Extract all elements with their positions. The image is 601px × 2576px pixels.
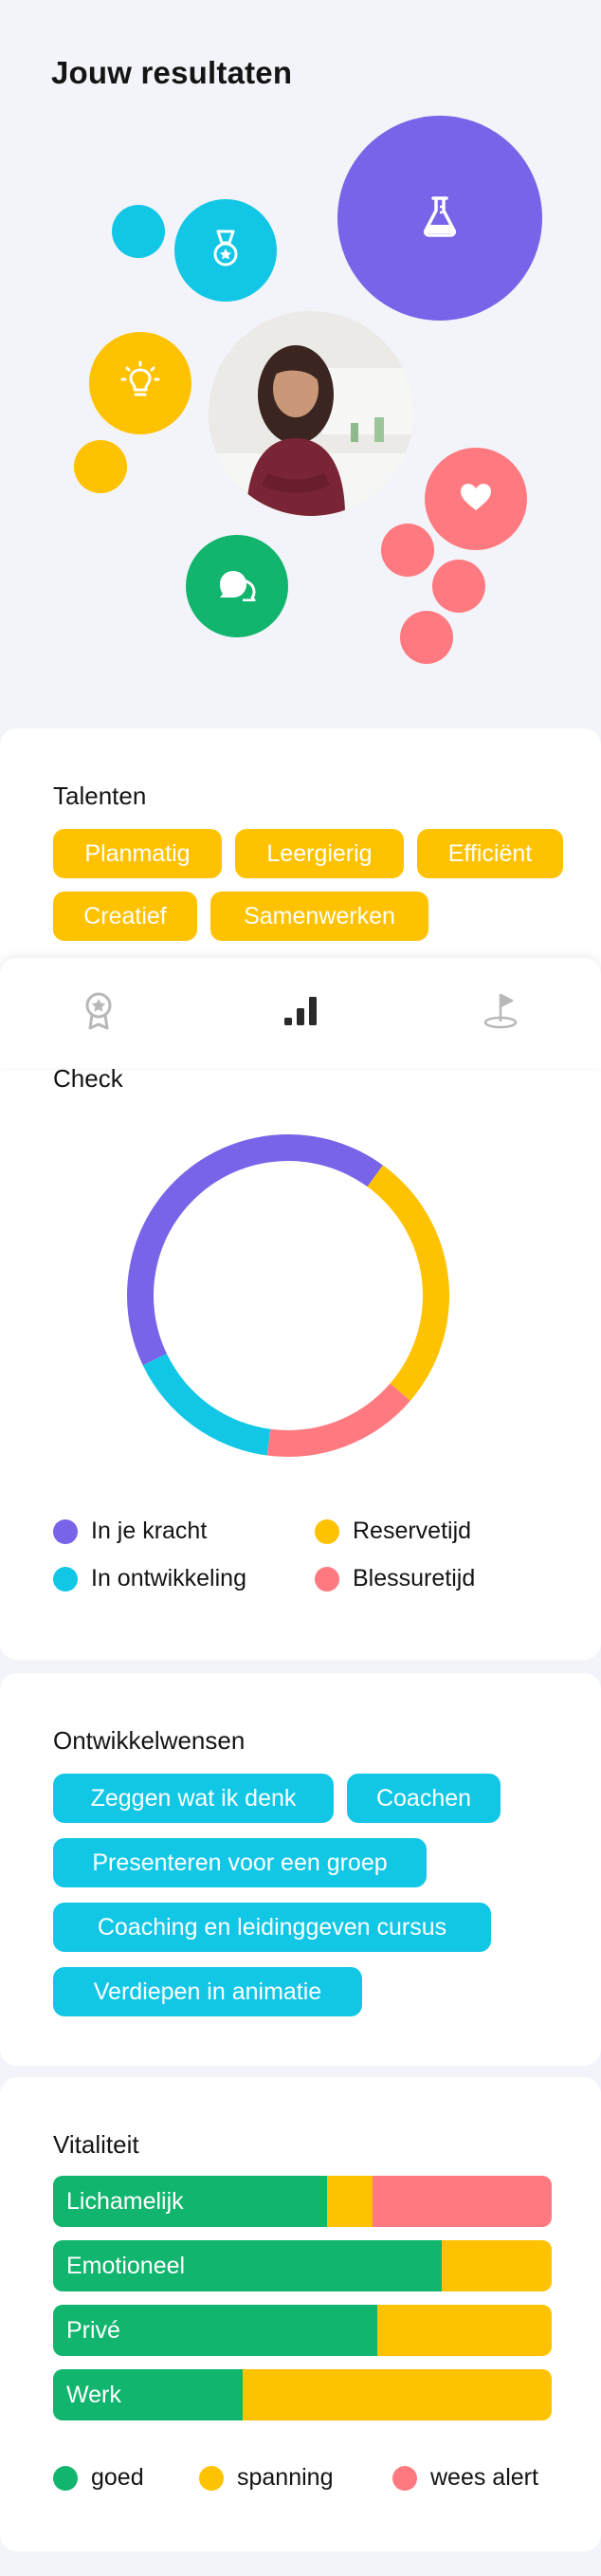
heart-icon xyxy=(460,483,492,516)
check-card: Check In je kracht Reservetijd In ontwik… xyxy=(0,1005,601,1660)
flask-bubble[interactable] xyxy=(337,116,542,321)
tab-goals[interactable] xyxy=(478,990,523,1036)
legend-dot xyxy=(199,2465,224,2491)
pink-bubble-2 xyxy=(432,560,485,613)
talents-title: Talenten xyxy=(53,782,147,810)
legend-spanning: spanning xyxy=(199,2464,333,2492)
chat-bubbles-icon xyxy=(216,567,258,606)
legend-dot xyxy=(53,1518,78,1544)
check-title: Check xyxy=(53,1064,123,1093)
development-chip[interactable]: Coaching en leidinggeven cursus xyxy=(53,1903,491,1952)
pink-bubble-3 xyxy=(400,611,453,664)
medal-bubble[interactable] xyxy=(174,199,277,302)
badge-icon xyxy=(84,992,113,1035)
vitality-bar-2: Privé xyxy=(53,2305,552,2356)
legend-goed: goed xyxy=(53,2464,144,2492)
development-chip[interactable]: Zeggen wat ik denk xyxy=(53,1774,334,1823)
development-chip[interactable]: Verdiepen in animatie xyxy=(53,1967,362,2016)
legend-dot xyxy=(53,1566,78,1592)
tab-bar xyxy=(0,958,601,1068)
talent-chip[interactable]: Planmatig xyxy=(53,829,222,878)
donut-slice-blessuretijd xyxy=(266,1383,410,1457)
small-cyan-bubble xyxy=(112,205,165,258)
development-title: Ontwikkelwensen xyxy=(53,1726,246,1755)
development-chip[interactable]: Presenteren voor een groep xyxy=(53,1838,427,1887)
flask-icon xyxy=(421,195,459,242)
legend-label: Reservetijd xyxy=(353,1518,472,1544)
flag-icon xyxy=(483,993,518,1034)
legend-blessuretijd: Blessuretijd xyxy=(315,1565,475,1592)
development-chip[interactable]: Coachen xyxy=(347,1774,501,1823)
donut-slice-in-je-kracht xyxy=(127,1134,383,1366)
chat-bubble[interactable] xyxy=(186,535,288,637)
legend-wees-alert: wees alert xyxy=(392,2464,538,2492)
lightbulb-bubble[interactable] xyxy=(89,332,191,434)
legend-label: goed xyxy=(91,2464,144,2491)
bar-segment-spanning xyxy=(442,2240,552,2291)
donut-slice-reservetijd xyxy=(367,1165,450,1401)
bar-segment-wees-alert xyxy=(372,2176,552,2227)
talent-chip[interactable]: Samenwerken xyxy=(210,892,428,941)
page-title: Jouw resultaten xyxy=(51,55,293,90)
development-card: Ontwikkelwensen Zeggen wat ik denk Coach… xyxy=(0,1673,601,2066)
legend-dot xyxy=(315,1566,339,1592)
legend-label: In ontwikkeling xyxy=(91,1565,246,1592)
medal-icon xyxy=(212,230,239,272)
legend-label: Blessuretijd xyxy=(353,1565,476,1592)
bar-label: Privé xyxy=(66,2316,120,2344)
talent-chip[interactable]: Creatief xyxy=(53,892,197,941)
legend-dot xyxy=(392,2465,417,2491)
vitality-card: Vitaliteit Lichamelijk Emotioneel Privé Wer… xyxy=(0,2077,601,2551)
legend-dot xyxy=(53,2465,78,2491)
legend-label: In je kracht xyxy=(91,1518,208,1544)
bar-segment-spanning xyxy=(376,2305,552,2356)
talent-chip[interactable]: Efficiënt xyxy=(417,829,563,878)
legend-label: wees alert xyxy=(430,2464,538,2491)
bar-label: Emotioneel xyxy=(66,2252,186,2279)
legend-reservetijd: Reservetijd xyxy=(315,1518,471,1545)
legend-in-ontwikkeling: In ontwikkeling xyxy=(53,1565,246,1592)
tab-badges[interactable] xyxy=(76,990,121,1036)
pink-bubble-1 xyxy=(381,524,434,577)
legend-in-je-kracht: In je kracht xyxy=(53,1518,207,1545)
legend-label: spanning xyxy=(237,2464,334,2491)
bar-label: Lichamelijk xyxy=(66,2187,184,2215)
legend-dot xyxy=(315,1518,339,1544)
small-yellow-bubble xyxy=(74,440,127,493)
donut-slice-in-ontwikkeling xyxy=(142,1353,271,1456)
bar-segment-spanning xyxy=(242,2369,552,2420)
lightbulb-icon xyxy=(119,360,161,407)
vitality-bar-0: Lichamelijk xyxy=(53,2176,552,2227)
vitality-bar-3: Werk xyxy=(53,2369,552,2420)
signal-bars-icon xyxy=(284,996,317,1030)
bar-label: Werk xyxy=(66,2381,121,2408)
bar-segment-spanning xyxy=(327,2176,373,2227)
talent-chip[interactable]: Leergierig xyxy=(235,829,404,878)
heart-bubble[interactable] xyxy=(425,448,527,550)
profile-photo[interactable] xyxy=(209,311,413,516)
donut-chart xyxy=(127,1134,450,1457)
vitality-title: Vitaliteit xyxy=(53,2130,139,2159)
vitality-bar-1: Emotioneel xyxy=(53,2240,552,2291)
tab-results[interactable] xyxy=(278,990,323,1036)
